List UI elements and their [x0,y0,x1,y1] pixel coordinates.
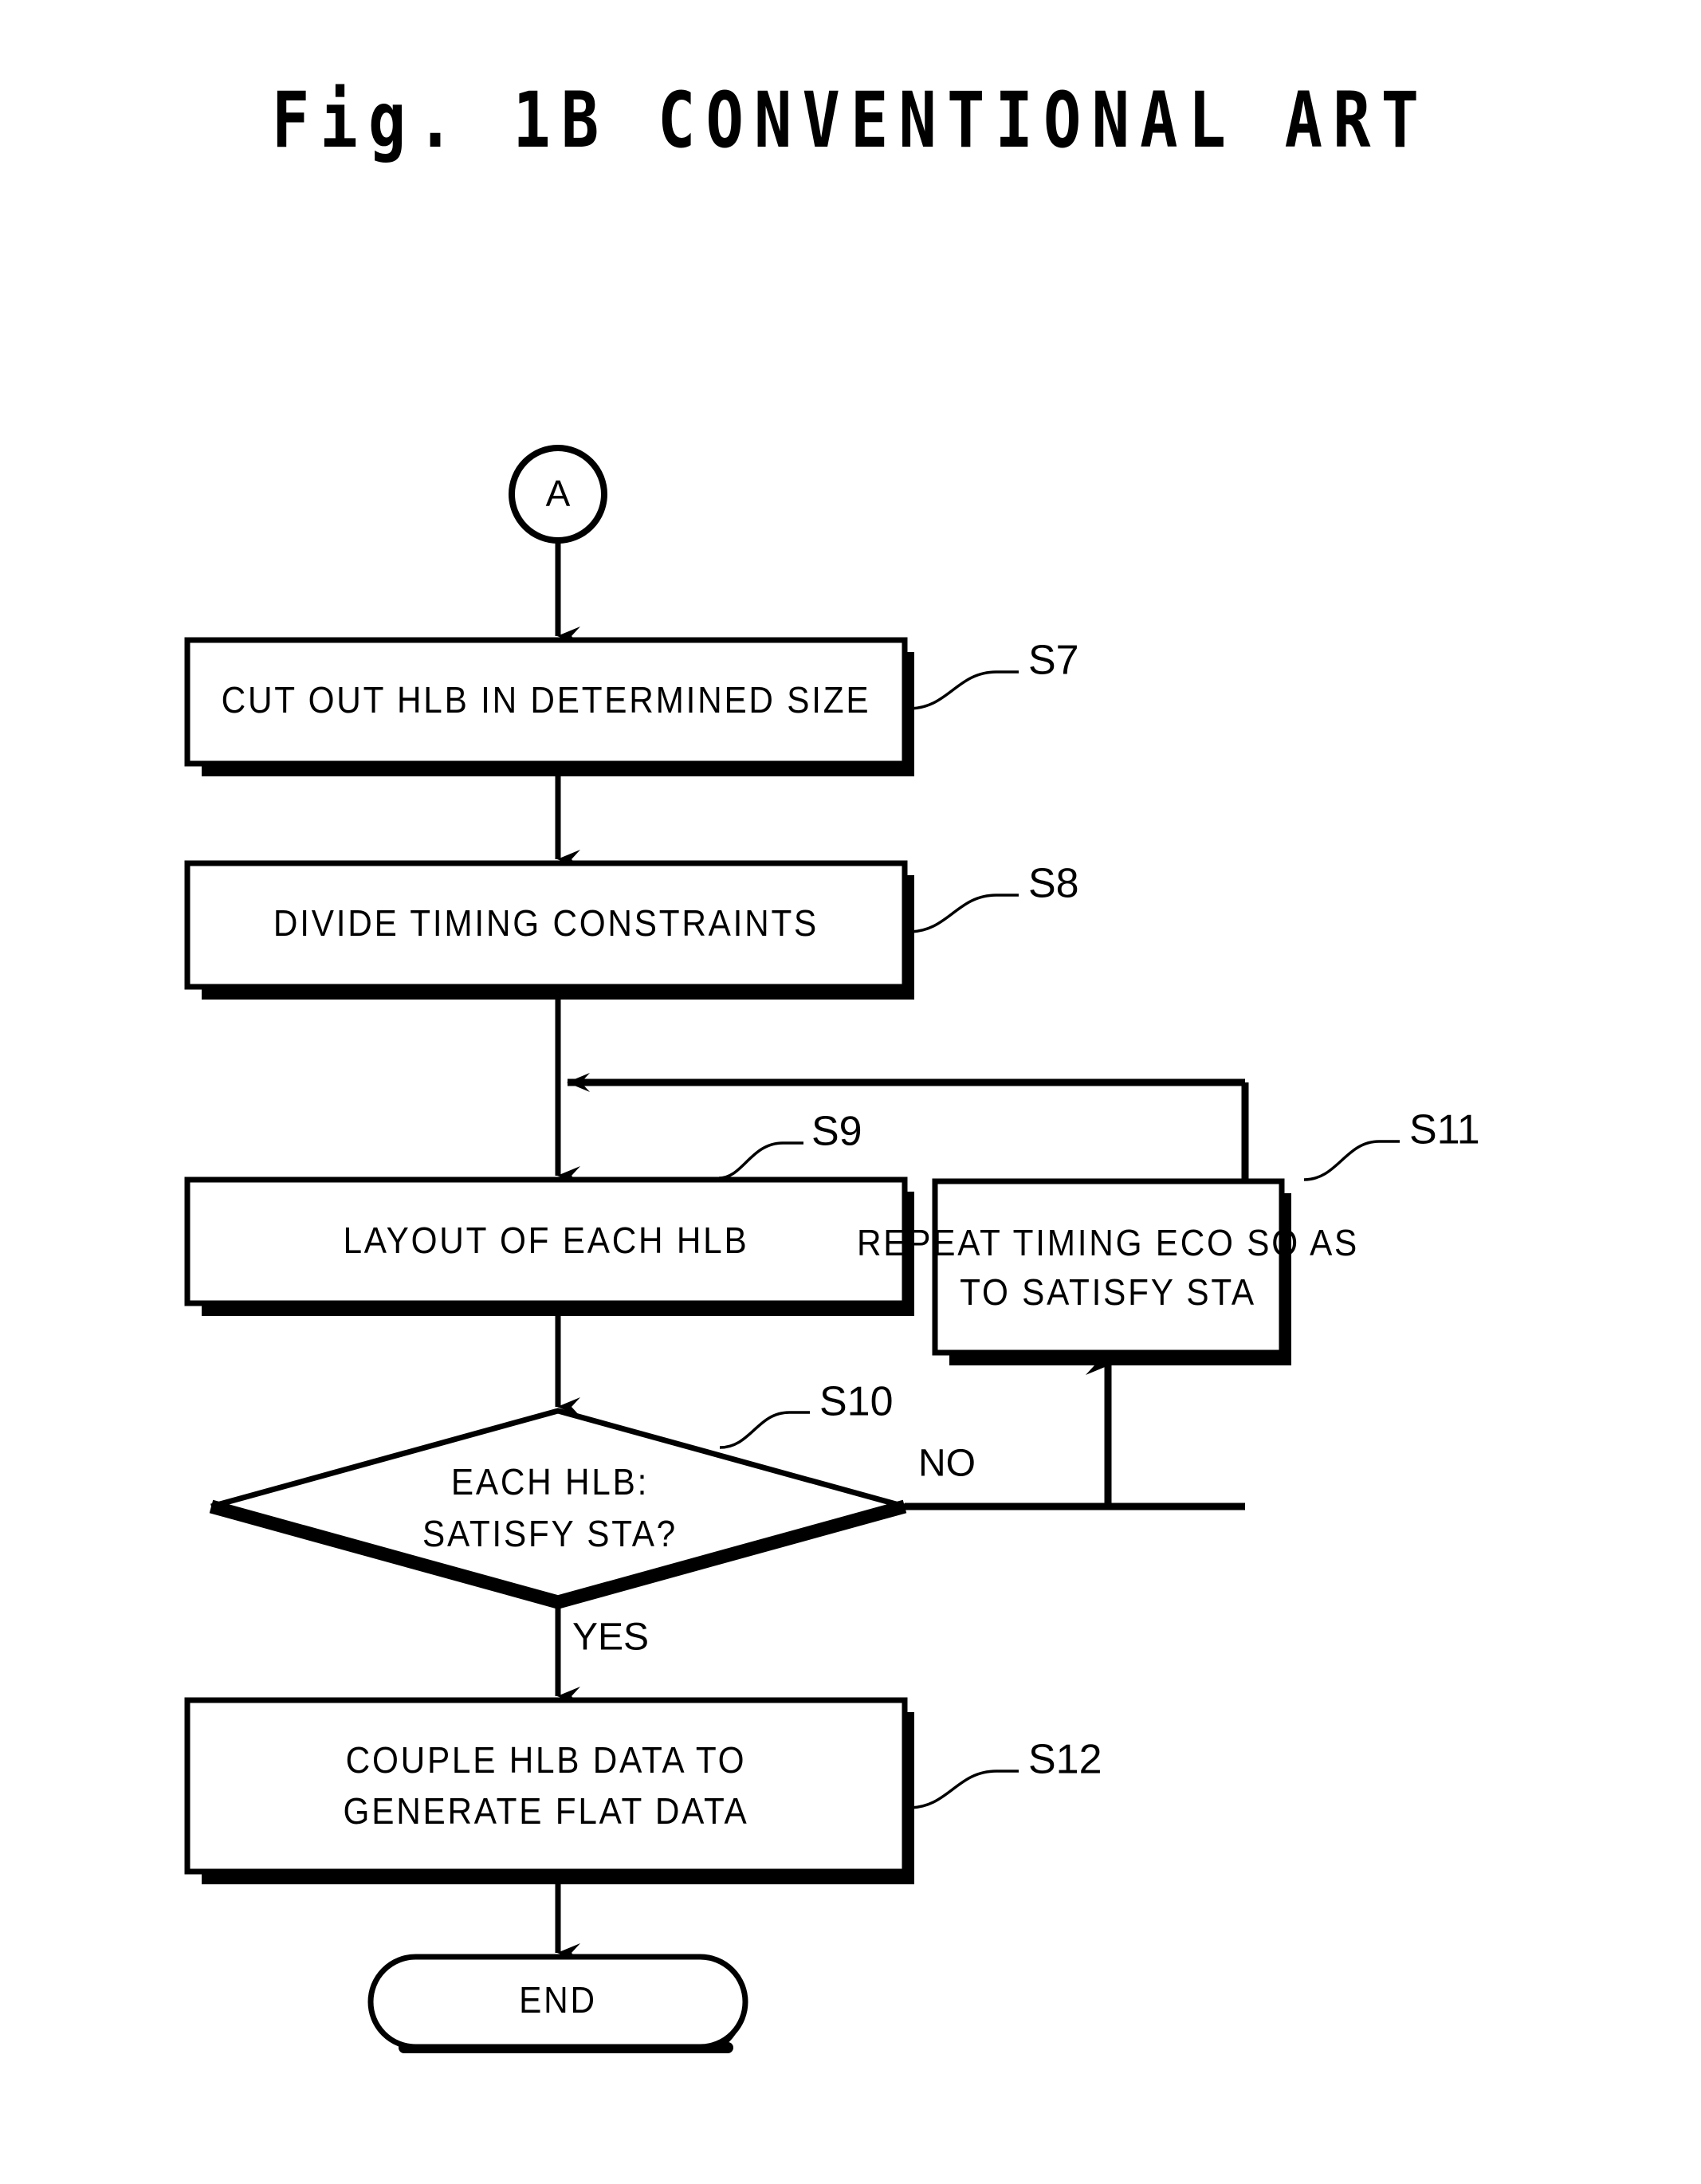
step-label-s12: S12 [1028,1737,1102,1783]
leader-s9 [718,1141,803,1180]
node-s8-line-1: DIVIDE TIMING CONSTRAINTS [273,904,819,945]
connector-a: A [509,445,607,544]
step-label-s9: S9 [811,1109,862,1155]
step-label-s8: S8 [1028,861,1079,907]
figure-page: Fig. 1B CONVENTIONAL ART A CUT OUT HLB I… [0,0,1701,2184]
node-s12[interactable]: COUPLE HLB DATA TO GENERATE FLAT DATA [184,1697,914,1884]
node-s11-line-1: REPEAT TIMING ECO SO AS [857,1224,1359,1264]
edge-no-riser [905,1356,1112,1510]
node-s11[interactable]: REPEAT TIMING ECO SO AS TO SATISFY STA [857,1178,1359,1365]
flowchart-canvas: A CUT OUT HLB IN DETERMINED SIZE S7 DIVI… [184,445,1480,2053]
edge-s11-feedback [567,1073,1249,1181]
connector-a-label: A [546,473,571,514]
node-s10-line-1: EACH HLB: [451,1463,649,1503]
node-s10[interactable]: EACH HLB: SATISFY STA? [209,1408,907,1609]
node-s8[interactable]: DIVIDE TIMING CONSTRAINTS [184,860,914,1000]
leader-s8 [908,894,1019,933]
step-label-s10: S10 [819,1379,894,1425]
node-s7[interactable]: CUT OUT HLB IN DETERMINED SIZE [184,637,914,776]
node-s9-line-1: LAYOUT OF EACH HLB [344,1221,749,1262]
end-terminator[interactable]: END [367,1954,748,2053]
node-s7-line-1: CUT OUT HLB IN DETERMINED SIZE [222,681,871,721]
step-label-s7: S7 [1028,638,1079,684]
leader-s12 [908,1770,1019,1809]
branch-label-yes: YES [572,1616,649,1659]
branch-label-no: NO [918,1443,976,1485]
node-s12-line-1: COUPLE HLB DATA TO [346,1741,747,1781]
node-s11-line-2: TO SATISFY STA [960,1273,1256,1314]
step-label-s11: S11 [1409,1107,1480,1153]
node-s10-line-2: SATISFY STA? [422,1514,678,1555]
leader-s7 [908,670,1019,710]
leader-s11 [1303,1140,1400,1181]
leader-s10 [719,1411,810,1449]
node-s9[interactable]: LAYOUT OF EACH HLB [184,1176,914,1316]
end-terminator-label: END [519,1981,597,2021]
node-s12-line-2: GENERATE FLAT DATA [344,1792,749,1832]
